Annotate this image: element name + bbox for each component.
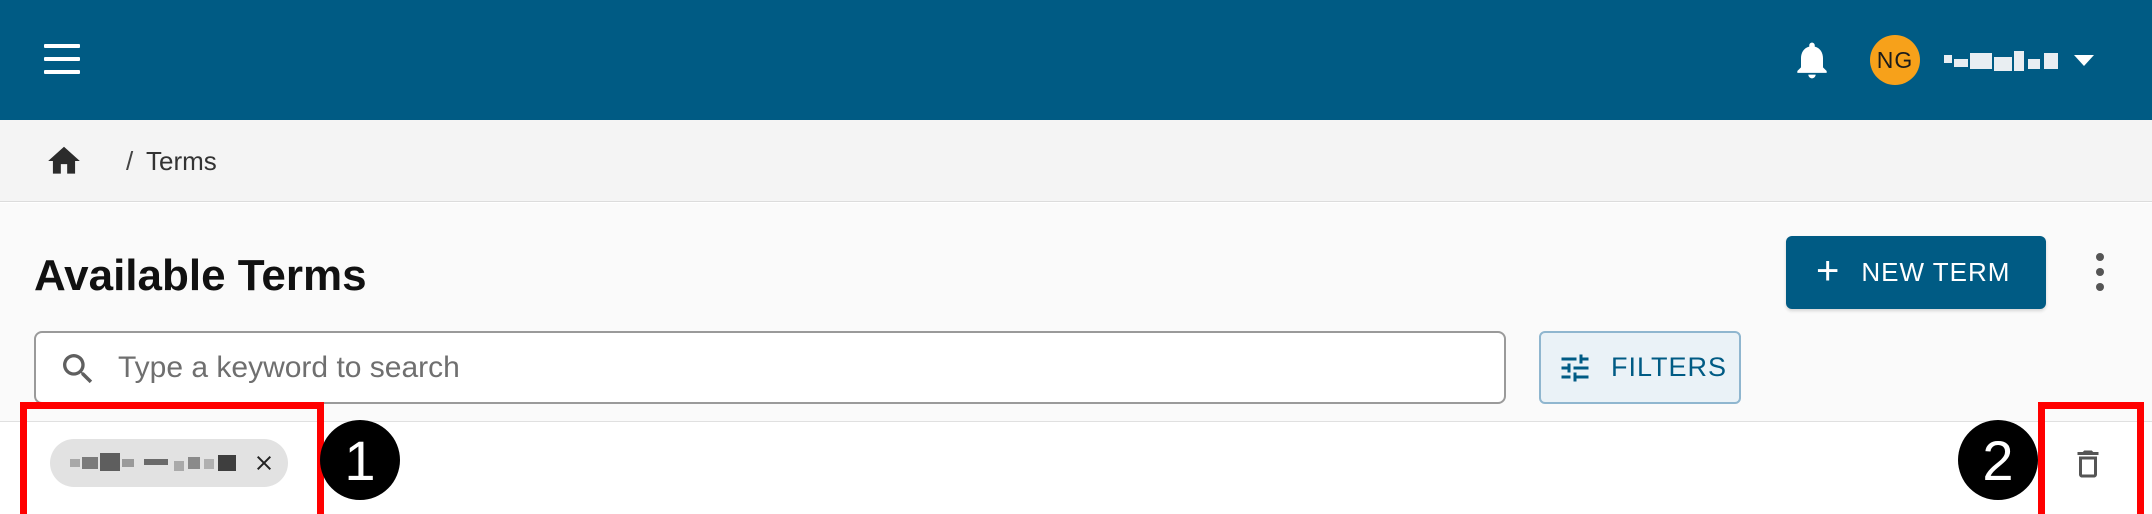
search-box <box>34 331 1506 404</box>
tune-icon <box>1561 354 1589 381</box>
breadcrumb: / Terms <box>0 120 2152 202</box>
annotation-box-2 <box>2038 402 2144 514</box>
annotation-badge-1: 1 <box>320 420 400 500</box>
username-redacted[interactable] <box>1944 47 2064 73</box>
annotation-badge-2: 2 <box>1958 420 2038 500</box>
app-header: NG <box>0 0 2152 120</box>
filters-button[interactable]: FILTERS <box>1539 331 1741 404</box>
page-title: Available Terms <box>34 251 367 300</box>
filters-label: FILTERS <box>1611 352 1728 382</box>
new-term-label: NEW TERM <box>1861 257 2011 287</box>
hamburger-menu-icon[interactable] <box>38 36 86 84</box>
home-icon[interactable] <box>43 142 85 180</box>
plus-icon: + <box>1816 248 1840 293</box>
annotation-box-1 <box>20 402 324 514</box>
avatar[interactable]: NG <box>1870 35 1920 85</box>
breadcrumb-separator: / <box>126 146 134 176</box>
caret-down-icon[interactable] <box>2074 55 2094 66</box>
search-icon <box>63 354 93 384</box>
breadcrumb-current: Terms <box>146 146 217 176</box>
bell-icon[interactable] <box>1790 36 1834 84</box>
more-vert-icon[interactable] <box>2086 249 2114 295</box>
new-term-button[interactable]: + NEW TERM <box>1786 236 2046 309</box>
search-input[interactable] <box>118 343 1478 393</box>
